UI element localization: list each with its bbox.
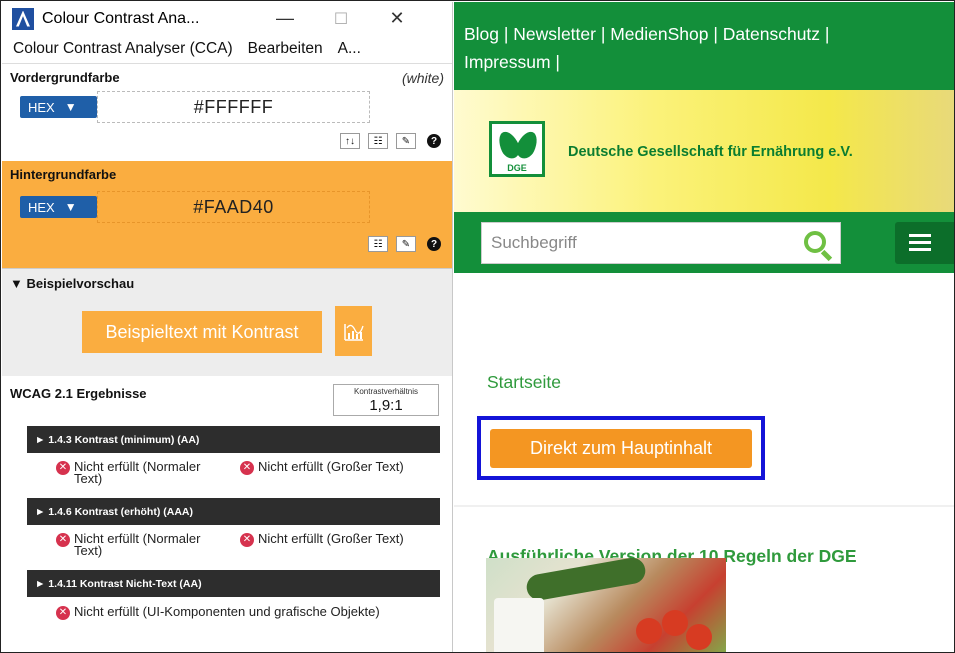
background-label: Hintergrundfarbe xyxy=(10,167,117,182)
help-glyph: ? xyxy=(427,237,441,251)
logo-leaf-right xyxy=(512,128,542,162)
cca-app-icon xyxy=(12,7,34,30)
sliders-icon[interactable]: ☷ xyxy=(368,133,388,149)
image-milk xyxy=(494,598,544,652)
menu-item-more[interactable]: A... xyxy=(338,40,361,58)
criterion-1-4-6[interactable]: ► 1.4.6 Kontrast (erhöht) (AAA) xyxy=(27,498,440,525)
wcag-title: WCAG 2.1 Ergebnisse xyxy=(10,386,147,401)
preview-toggle[interactable]: ▼ Beispielvorschau xyxy=(10,276,134,291)
background-format-value: HEX xyxy=(28,199,55,215)
wcag-section: WCAG 2.1 Ergebnisse Kontrastverhältnis 1… xyxy=(2,376,452,620)
search-bar: Suchbegriff xyxy=(454,212,954,273)
top-navigation: Blog | Newsletter | MedienShop | Datensc… xyxy=(454,2,954,90)
swap-icon[interactable]: ↑↓ xyxy=(340,133,360,149)
menu-line xyxy=(909,241,931,244)
organization-name[interactable]: Deutsche Gesellschaft für Ernährung e.V. xyxy=(568,144,853,160)
menu-line xyxy=(909,248,931,251)
menubar: Colour Contrast Analyser (CCA) Bearbeite… xyxy=(2,35,452,63)
result-label: Nicht erfüllt (Großer Text) xyxy=(258,531,404,546)
fail-icon: ✕ xyxy=(240,533,254,547)
background-section: Hintergrundfarbe HEX ▼ #FAAD40 ☷ ✎ ? xyxy=(2,161,452,268)
foreground-color-name: (white) xyxy=(401,70,444,86)
preview-section: ▼ Beispielvorschau Beispieltext mit Kont… xyxy=(2,268,452,376)
minimize-button[interactable]: — xyxy=(257,2,313,35)
search-input[interactable]: Suchbegriff xyxy=(481,222,841,264)
eyedropper-icon[interactable]: ✎ xyxy=(396,133,416,149)
focus-outline: Direkt zum Hauptinhalt xyxy=(477,416,765,480)
skip-to-content-button[interactable]: Direkt zum Hauptinhalt xyxy=(490,429,752,468)
chevron-down-icon: ▼ xyxy=(64,200,77,214)
logo-text: DGE xyxy=(507,163,527,173)
sample-text: Beispieltext mit Kontrast xyxy=(82,311,322,353)
top-nav-links-2[interactable]: Impressum | xyxy=(464,48,945,76)
image-tomato xyxy=(662,610,688,636)
contrast-ratio-label: Kontrastverhältnis xyxy=(353,387,419,396)
screen: Colour Contrast Ana... — ☐ ✕ Colour Cont… xyxy=(0,0,955,653)
cca-titlebar[interactable]: Colour Contrast Ana... — ☐ ✕ xyxy=(2,2,452,35)
breadcrumb[interactable]: Startseite xyxy=(487,372,561,393)
dge-logo[interactable]: DGE xyxy=(489,121,545,177)
contrast-ratio-box: Kontrastverhältnis 1,9:1 xyxy=(333,384,439,416)
search-icon[interactable] xyxy=(804,231,826,253)
hamburger-menu-button[interactable] xyxy=(895,222,954,264)
result-large-text: ✕ Nicht erfüllt (Großer Text) xyxy=(240,459,445,475)
menu-item-edit[interactable]: Bearbeiten xyxy=(248,40,323,58)
result-label: Nicht erfüllt (UI-Komponenten und grafis… xyxy=(74,604,380,619)
image-cucumber xyxy=(524,558,648,603)
header-banner: DGE Deutsche Gesellschaft für Ernährung … xyxy=(454,90,954,212)
fail-icon: ✕ xyxy=(56,606,70,620)
image-tomato xyxy=(636,618,662,644)
article-image[interactable] xyxy=(486,558,726,652)
fail-icon: ✕ xyxy=(240,461,254,475)
contrast-ratio-value: 1,9:1 xyxy=(369,397,403,414)
image-tomato xyxy=(686,624,712,650)
foreground-format-select[interactable]: HEX ▼ xyxy=(20,96,97,118)
dge-website: Blog | Newsletter | MedienShop | Datensc… xyxy=(454,2,954,652)
top-nav-links[interactable]: Blog | Newsletter | MedienShop | Datensc… xyxy=(464,20,945,48)
foreground-format-value: HEX xyxy=(28,99,55,115)
background-hex-input[interactable]: #FAAD40 xyxy=(97,191,370,223)
cca-window: Colour Contrast Ana... — ☐ ✕ Colour Cont… xyxy=(2,2,453,652)
sliders-icon[interactable]: ☷ xyxy=(368,236,388,252)
result-normal-text: ✕ Nicht erfüllt (Normaler Text) xyxy=(56,531,221,558)
foreground-tools: ↑↓ ☷ ✎ ? xyxy=(340,133,444,149)
help-glyph: ? xyxy=(427,134,441,148)
result-label: Nicht erfüllt (Normaler Text) xyxy=(74,531,201,558)
criterion-1-4-11[interactable]: ► 1.4.11 Kontrast Nicht-Text (AA) xyxy=(27,570,440,597)
help-icon[interactable]: ? xyxy=(424,236,444,252)
foreground-hex-input[interactable]: #FFFFFF xyxy=(97,91,370,123)
foreground-label: Vordergrundfarbe xyxy=(10,70,120,85)
foreground-section: Vordergrundfarbe (white) HEX ▼ #FFFFFF ↑… xyxy=(2,63,452,161)
result-normal-text: ✕ Nicht erfüllt (Normaler Text) xyxy=(56,459,221,486)
menu-line xyxy=(909,234,931,237)
chart-glyph xyxy=(343,324,364,341)
background-tools: ☷ ✎ ? xyxy=(368,236,444,252)
criterion-1-4-3[interactable]: ► 1.4.3 Kontrast (minimum) (AA) xyxy=(27,426,440,453)
fail-icon: ✕ xyxy=(56,533,70,547)
help-icon[interactable]: ? xyxy=(424,133,444,149)
window-title: Colour Contrast Ana... xyxy=(42,9,200,27)
result-label: Nicht erfüllt (Normaler Text) xyxy=(74,459,201,486)
eyedropper-icon[interactable]: ✎ xyxy=(396,236,416,252)
chevron-down-icon: ▼ xyxy=(64,100,77,114)
divider xyxy=(454,505,954,507)
background-format-select[interactable]: HEX ▼ xyxy=(20,196,97,218)
chart-icon[interactable] xyxy=(335,306,372,356)
close-button[interactable]: ✕ xyxy=(369,2,425,35)
maximize-button[interactable]: ☐ xyxy=(313,2,369,35)
fail-icon: ✕ xyxy=(56,461,70,475)
result-large-text: ✕ Nicht erfüllt (Großer Text) xyxy=(240,531,445,547)
search-placeholder: Suchbegriff xyxy=(491,233,577,252)
result-ui-components: ✕ Nicht erfüllt (UI-Komponenten und graf… xyxy=(56,604,446,620)
result-label: Nicht erfüllt (Großer Text) xyxy=(258,459,404,474)
menu-item-app[interactable]: Colour Contrast Analyser (CCA) xyxy=(13,40,233,58)
